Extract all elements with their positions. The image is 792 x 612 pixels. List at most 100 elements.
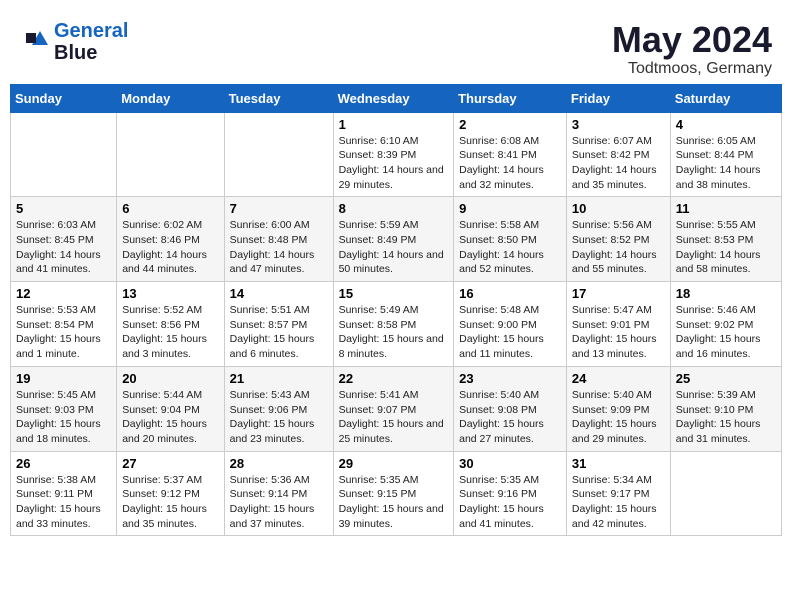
cell-info: Sunrise: 5:53 AMSunset: 8:54 PMDaylight:… — [16, 303, 111, 362]
day-number: 16 — [459, 286, 561, 301]
day-number: 14 — [230, 286, 328, 301]
col-header-monday: Monday — [117, 84, 224, 112]
calendar-cell — [11, 112, 117, 197]
cell-info: Sunrise: 5:58 AMSunset: 8:50 PMDaylight:… — [459, 218, 561, 277]
logo-icon — [20, 27, 50, 57]
cell-info: Sunrise: 6:08 AMSunset: 8:41 PMDaylight:… — [459, 134, 561, 193]
logo-line1: General — [54, 20, 128, 42]
calendar-cell — [224, 112, 333, 197]
cell-info: Sunrise: 5:40 AMSunset: 9:09 PMDaylight:… — [572, 388, 665, 447]
cell-info: Sunrise: 5:49 AMSunset: 8:58 PMDaylight:… — [339, 303, 449, 362]
day-number: 22 — [339, 371, 449, 386]
day-number: 25 — [676, 371, 776, 386]
calendar-cell: 16 Sunrise: 5:48 AMSunset: 9:00 PMDayligh… — [454, 282, 567, 367]
day-number: 20 — [122, 371, 218, 386]
calendar-cell: 11 Sunrise: 5:55 AMSunset: 8:53 PMDayligh… — [670, 197, 781, 282]
col-header-wednesday: Wednesday — [333, 84, 454, 112]
day-number: 7 — [230, 201, 328, 216]
cell-info: Sunrise: 5:48 AMSunset: 9:00 PMDaylight:… — [459, 303, 561, 362]
cell-info: Sunrise: 5:39 AMSunset: 9:10 PMDaylight:… — [676, 388, 776, 447]
cell-info: Sunrise: 5:47 AMSunset: 9:01 PMDaylight:… — [572, 303, 665, 362]
cell-info: Sunrise: 6:00 AMSunset: 8:48 PMDaylight:… — [230, 218, 328, 277]
cell-info: Sunrise: 5:52 AMSunset: 8:56 PMDaylight:… — [122, 303, 218, 362]
col-header-tuesday: Tuesday — [224, 84, 333, 112]
cell-info: Sunrise: 5:55 AMSunset: 8:53 PMDaylight:… — [676, 218, 776, 277]
day-number: 30 — [459, 456, 561, 471]
day-number: 19 — [16, 371, 111, 386]
cell-info: Sunrise: 5:41 AMSunset: 9:07 PMDaylight:… — [339, 388, 449, 447]
day-number: 17 — [572, 286, 665, 301]
day-number: 15 — [339, 286, 449, 301]
day-number: 5 — [16, 201, 111, 216]
calendar-cell: 14 Sunrise: 5:51 AMSunset: 8:57 PMDayligh… — [224, 282, 333, 367]
day-number: 21 — [230, 371, 328, 386]
calendar-cell: 4Sunrise: 6:05 AMSunset: 8:44 PMDaylight… — [670, 112, 781, 197]
cell-info: Sunrise: 6:03 AMSunset: 8:45 PMDaylight:… — [16, 218, 111, 277]
day-number: 3 — [572, 117, 665, 132]
calendar-cell: 7 Sunrise: 6:00 AMSunset: 8:48 PMDaylight… — [224, 197, 333, 282]
day-number: 1 — [339, 117, 449, 132]
calendar-cell: 18 Sunrise: 5:46 AMSunset: 9:02 PMDayligh… — [670, 282, 781, 367]
calendar-cell: 20Sunrise: 5:44 AMSunset: 9:04 PMDayligh… — [117, 366, 224, 451]
calendar-cell: 27 Sunrise: 5:37 AMSunset: 9:12 PMDayligh… — [117, 451, 224, 536]
calendar-cell: 12 Sunrise: 5:53 AMSunset: 8:54 PMDayligh… — [11, 282, 117, 367]
calendar-cell: 5 Sunrise: 6:03 AMSunset: 8:45 PMDaylight… — [11, 197, 117, 282]
calendar-cell — [670, 451, 781, 536]
day-number: 27 — [122, 456, 218, 471]
calendar-cell: 17 Sunrise: 5:47 AMSunset: 9:01 PMDayligh… — [566, 282, 670, 367]
col-header-thursday: Thursday — [454, 84, 567, 112]
day-number: 9 — [459, 201, 561, 216]
calendar-cell: 19 Sunrise: 5:45 AMSunset: 9:03 PMDayligh… — [11, 366, 117, 451]
calendar-cell: 22 Sunrise: 5:41 AMSunset: 9:07 PMDayligh… — [333, 366, 454, 451]
calendar-cell: 8 Sunrise: 5:59 AMSunset: 8:49 PMDaylight… — [333, 197, 454, 282]
day-number: 24 — [572, 371, 665, 386]
day-number: 10 — [572, 201, 665, 216]
day-number: 6 — [122, 201, 218, 216]
col-header-sunday: Sunday — [11, 84, 117, 112]
day-number: 13 — [122, 286, 218, 301]
day-number: 8 — [339, 201, 449, 216]
cell-info: Sunrise: 5:37 AMSunset: 9:12 PMDaylight:… — [122, 473, 218, 532]
cell-info: Sunrise: 5:40 AMSunset: 9:08 PMDaylight:… — [459, 388, 561, 447]
day-number: 12 — [16, 286, 111, 301]
day-number: 18 — [676, 286, 776, 301]
day-number: 2 — [459, 117, 561, 132]
calendar-cell: 21Sunrise: 5:43 AMSunset: 9:06 PMDayligh… — [224, 366, 333, 451]
day-number: 28 — [230, 456, 328, 471]
calendar-cell: 1 Sunrise: 6:10 AMSunset: 8:39 PMDaylight… — [333, 112, 454, 197]
calendar-cell: 13 Sunrise: 5:52 AMSunset: 8:56 PMDayligh… — [117, 282, 224, 367]
cell-info: Sunrise: 6:05 AMSunset: 8:44 PMDaylight:… — [676, 134, 776, 193]
day-number: 11 — [676, 201, 776, 216]
cell-info: Sunrise: 6:10 AMSunset: 8:39 PMDaylight:… — [339, 134, 449, 193]
calendar-cell: 10 Sunrise: 5:56 AMSunset: 8:52 PMDayligh… — [566, 197, 670, 282]
day-number: 29 — [339, 456, 449, 471]
cell-info: Sunrise: 5:45 AMSunset: 9:03 PMDaylight:… — [16, 388, 111, 447]
logo: General Blue — [20, 20, 128, 64]
cell-info: Sunrise: 5:59 AMSunset: 8:49 PMDaylight:… — [339, 218, 449, 277]
cell-info: Sunrise: 5:38 AMSunset: 9:11 PMDaylight:… — [16, 473, 111, 532]
title-block: May 2024 Todtmoos, Germany — [612, 20, 772, 78]
calendar-cell: 2 Sunrise: 6:08 AMSunset: 8:41 PMDaylight… — [454, 112, 567, 197]
cell-info: Sunrise: 5:56 AMSunset: 8:52 PMDaylight:… — [572, 218, 665, 277]
cell-info: Sunrise: 5:34 AMSunset: 9:17 PMDaylight:… — [572, 473, 665, 532]
cell-info: Sunrise: 6:07 AMSunset: 8:42 PMDaylight:… — [572, 134, 665, 193]
cell-info: Sunrise: 6:02 AMSunset: 8:46 PMDaylight:… — [122, 218, 218, 277]
col-header-friday: Friday — [566, 84, 670, 112]
calendar-cell: 31 Sunrise: 5:34 AMSunset: 9:17 PMDayligh… — [566, 451, 670, 536]
cell-info: Sunrise: 5:35 AMSunset: 9:15 PMDaylight:… — [339, 473, 449, 532]
page-header: General Blue May 2024 Todtmoos, Germany — [10, 10, 782, 84]
day-number: 31 — [572, 456, 665, 471]
calendar-cell — [117, 112, 224, 197]
calendar-table: SundayMondayTuesdayWednesdayThursdayFrid… — [10, 84, 782, 537]
calendar-cell: 9 Sunrise: 5:58 AMSunset: 8:50 PMDaylight… — [454, 197, 567, 282]
subtitle: Todtmoos, Germany — [612, 60, 772, 78]
calendar-cell: 3 Sunrise: 6:07 AMSunset: 8:42 PMDaylight… — [566, 112, 670, 197]
calendar-cell: 28Sunrise: 5:36 AMSunset: 9:14 PMDayligh… — [224, 451, 333, 536]
calendar-cell: 15 Sunrise: 5:49 AMSunset: 8:58 PMDayligh… — [333, 282, 454, 367]
cell-info: Sunrise: 5:51 AMSunset: 8:57 PMDaylight:… — [230, 303, 328, 362]
logo-line2: Blue — [54, 42, 128, 64]
cell-info: Sunrise: 5:46 AMSunset: 9:02 PMDaylight:… — [676, 303, 776, 362]
calendar-cell: 26Sunrise: 5:38 AMSunset: 9:11 PMDayligh… — [11, 451, 117, 536]
cell-info: Sunrise: 5:35 AMSunset: 9:16 PMDaylight:… — [459, 473, 561, 532]
calendar-cell: 25 Sunrise: 5:39 AMSunset: 9:10 PMDayligh… — [670, 366, 781, 451]
